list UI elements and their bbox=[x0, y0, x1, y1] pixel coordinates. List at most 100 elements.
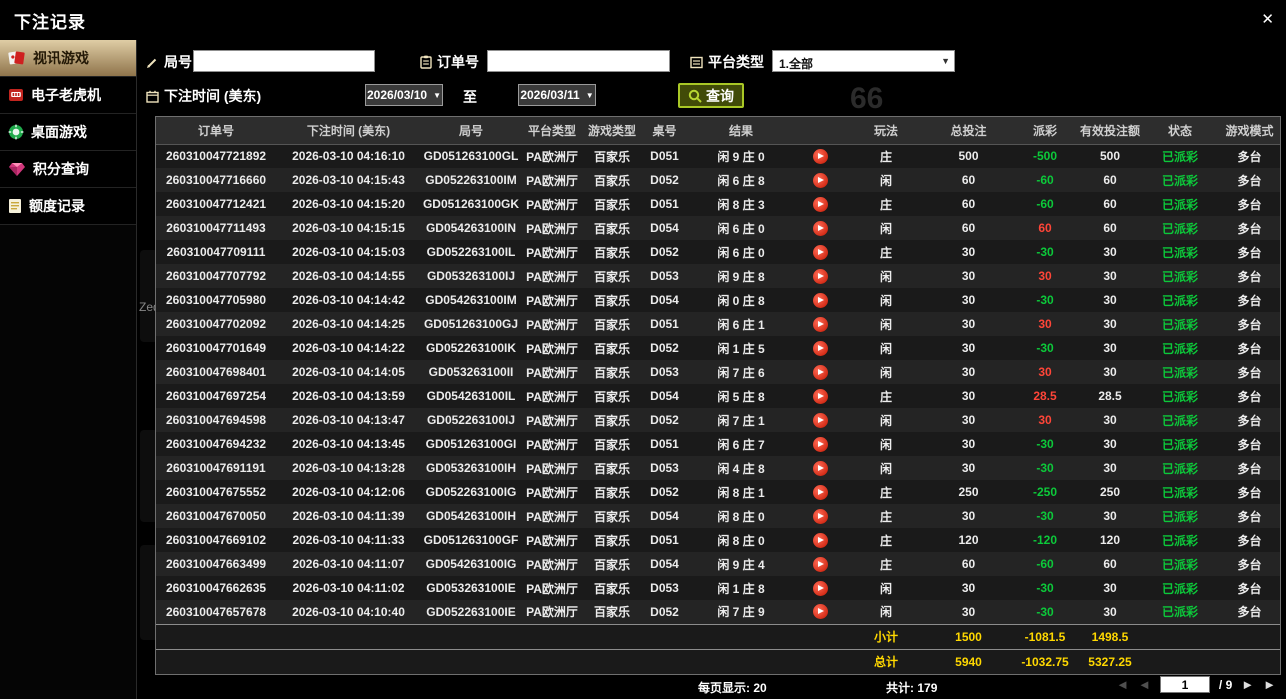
cell-replay bbox=[794, 384, 846, 408]
cell-status: 已派彩 bbox=[1161, 605, 1198, 620]
first-page-icon[interactable]: ◄ bbox=[1116, 677, 1129, 692]
sidebar-item-points[interactable]: 积分查询 bbox=[0, 151, 136, 188]
replay-play-icon[interactable] bbox=[812, 460, 828, 476]
replay-play-icon[interactable] bbox=[812, 364, 828, 380]
cell-total-bet: 60 bbox=[961, 197, 976, 211]
cell-platform: PA欧洲厅 bbox=[526, 221, 578, 236]
cell-table-number: D051 bbox=[650, 197, 679, 211]
cell-game-mode: 多台 bbox=[1237, 365, 1262, 380]
cell-order-number: 260310047709111 bbox=[166, 245, 266, 259]
cell-bet-time: 2026-03-10 04:14:05 bbox=[292, 365, 405, 379]
replay-play-icon[interactable] bbox=[812, 604, 828, 620]
replay-play-icon[interactable] bbox=[812, 532, 828, 548]
replay-play-icon[interactable] bbox=[812, 412, 828, 428]
cell-platform: PA欧洲厅 bbox=[526, 341, 578, 356]
cell-round-number: GD051263100GI bbox=[425, 437, 517, 451]
replay-play-icon[interactable] bbox=[812, 580, 828, 596]
cell-bet-time: 2026-03-10 04:12:06 bbox=[292, 485, 405, 499]
search-button[interactable]: 查询 bbox=[678, 83, 744, 108]
round-number-input[interactable] bbox=[193, 50, 375, 72]
cell-game-type: 百家乐 bbox=[593, 173, 630, 188]
cell-valid-bet: 60 bbox=[1103, 173, 1117, 187]
order-number-input[interactable] bbox=[487, 50, 670, 72]
cell-total-bet: 30 bbox=[961, 604, 976, 619]
page-number-input[interactable] bbox=[1159, 676, 1210, 693]
cell-total-bet: 250 bbox=[958, 485, 979, 499]
table-row: 260310047675552 2026-03-10 04:12:06 GD05… bbox=[156, 480, 1280, 504]
sidebar-item-label: 电子老虎机 bbox=[31, 87, 101, 103]
next-page-icon[interactable]: ► bbox=[1241, 677, 1254, 692]
cell-platform: PA欧洲厅 bbox=[526, 485, 578, 500]
cell-total-bet: 30 bbox=[961, 293, 976, 307]
cell-valid-bet: 30 bbox=[1103, 245, 1117, 259]
platform-type-select[interactable]: 1.全部 ▼ bbox=[772, 50, 955, 72]
cell-order-number: 260310047711493 bbox=[166, 221, 266, 235]
cell-status: 已派彩 bbox=[1161, 293, 1198, 308]
table-row: 260310047701649 2026-03-10 04:14:22 GD05… bbox=[156, 336, 1280, 360]
replay-play-icon[interactable] bbox=[812, 484, 828, 500]
cell-platform: PA欧洲厅 bbox=[526, 317, 578, 332]
sidebar-item-table-games[interactable]: 桌面游戏 bbox=[0, 114, 136, 151]
cell-game-mode: 多台 bbox=[1237, 221, 1262, 236]
replay-play-icon[interactable] bbox=[812, 340, 828, 356]
date-from-dropdown[interactable]: 2026/03/10 ▼ bbox=[365, 84, 443, 106]
bet-records-table: 订单号 下注时间 (美东) 局号 平台类型 游戏类型 桌号 结果 玩法 总投注 派彩 有效投注额 状态… bbox=[155, 116, 1281, 675]
cell-play-type: 闲 bbox=[879, 365, 892, 380]
replay-play-icon[interactable] bbox=[812, 172, 828, 188]
cell-order-number: 260310047712421 bbox=[165, 197, 267, 211]
prev-page-icon[interactable]: ◄ bbox=[1138, 677, 1151, 692]
replay-play-icon[interactable] bbox=[812, 244, 828, 260]
cell-result: 闲 9 庄 0 bbox=[717, 149, 765, 164]
cell-valid-bet: 30 bbox=[1103, 437, 1117, 451]
cell-round-number: GD052263100IM bbox=[425, 173, 517, 187]
cell-payout: -30 bbox=[1036, 604, 1054, 619]
replay-play-icon[interactable] bbox=[812, 220, 828, 236]
cell-payout: -120 bbox=[1032, 533, 1058, 547]
close-icon[interactable]: ✕ bbox=[1261, 10, 1274, 28]
replay-play-icon[interactable] bbox=[812, 196, 828, 212]
cell-payout: -60 bbox=[1036, 557, 1054, 571]
replay-play-icon[interactable] bbox=[812, 388, 828, 404]
cell-game-mode: 多台 bbox=[1237, 341, 1262, 356]
sidebar-item-slots[interactable]: 电子老虎机 bbox=[0, 77, 136, 114]
cell-bet-time: 2026-03-10 04:14:25 bbox=[292, 317, 405, 331]
cell-replay bbox=[794, 528, 846, 552]
cell-result: 闲 5 庄 8 bbox=[717, 389, 765, 404]
record-total-value: 179 bbox=[917, 681, 938, 695]
replay-play-icon[interactable] bbox=[812, 292, 828, 308]
total-bet: 5940 bbox=[926, 648, 1011, 674]
table-row: 260310047663499 2026-03-10 04:11:07 GD05… bbox=[156, 552, 1280, 576]
cell-game-type: 百家乐 bbox=[593, 197, 630, 212]
replay-play-icon[interactable] bbox=[812, 316, 828, 332]
calendar-icon bbox=[146, 90, 159, 103]
date-to-dropdown[interactable]: 2026/03/11 ▼ bbox=[518, 84, 596, 106]
chevron-down-icon: ▼ bbox=[941, 56, 950, 66]
cell-payout: 30 bbox=[1038, 269, 1052, 283]
cell-game-type: 百家乐 bbox=[593, 413, 630, 428]
table-row: 260310047712421 2026-03-10 04:15:20 GD05… bbox=[156, 192, 1280, 216]
cell-play-type: 庄 bbox=[879, 533, 892, 548]
cell-replay bbox=[794, 192, 846, 216]
sidebar-item-live-games[interactable]: 视讯游戏 bbox=[0, 40, 136, 77]
cell-order-number: 260310047721892 bbox=[165, 149, 267, 164]
cell-bet-time: 2026-03-10 04:11:33 bbox=[292, 533, 405, 547]
replay-play-icon[interactable] bbox=[812, 148, 828, 164]
replay-play-icon[interactable] bbox=[812, 556, 828, 572]
cell-order-number: 260310047694232 bbox=[165, 437, 267, 451]
cell-payout: -250 bbox=[1032, 485, 1058, 499]
replay-play-icon[interactable] bbox=[812, 436, 828, 452]
sidebar-item-quota-records[interactable]: 额度记录 bbox=[0, 188, 136, 225]
replay-play-icon[interactable] bbox=[812, 268, 828, 284]
cell-game-mode: 多台 bbox=[1237, 485, 1262, 500]
cell-valid-bet: 28.5 bbox=[1098, 389, 1122, 403]
cell-game-type: 百家乐 bbox=[593, 509, 630, 524]
cell-total-bet: 60 bbox=[961, 557, 976, 571]
platform-type-value: 1.全部 bbox=[779, 57, 814, 71]
cell-status: 已派彩 bbox=[1161, 581, 1198, 596]
cell-round-number: GD051263100GL bbox=[423, 149, 519, 164]
cell-status: 已派彩 bbox=[1161, 389, 1198, 404]
last-page-icon[interactable]: ► bbox=[1263, 677, 1276, 692]
page-count-label: / 9 bbox=[1218, 677, 1233, 692]
cell-bet-time: 2026-03-10 04:14:42 bbox=[292, 293, 405, 307]
replay-play-icon[interactable] bbox=[812, 508, 828, 524]
